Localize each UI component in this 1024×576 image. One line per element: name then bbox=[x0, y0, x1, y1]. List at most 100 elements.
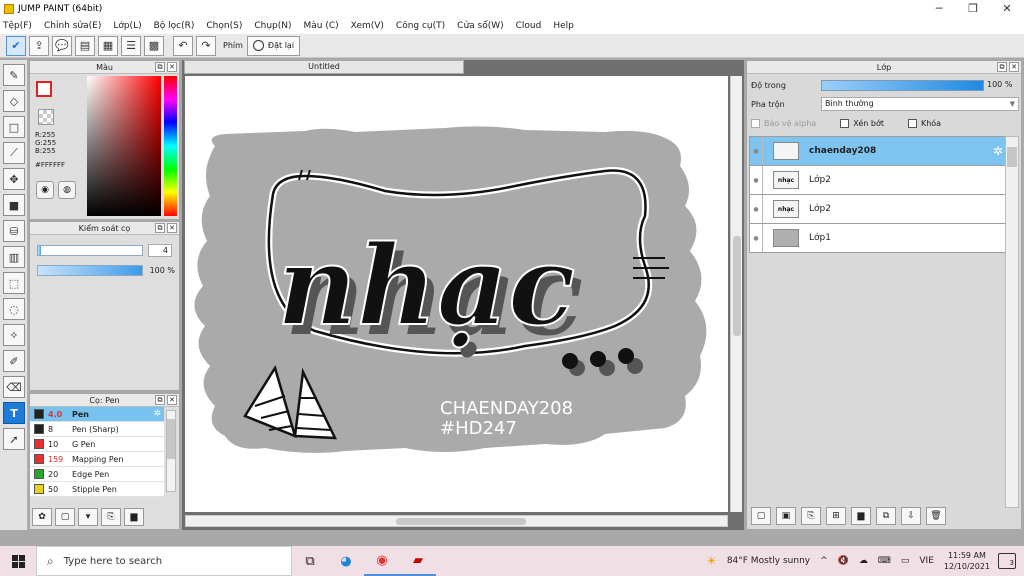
new-raster-layer-icon[interactable]: ▣ bbox=[776, 507, 796, 525]
menu-tools[interactable]: Công cụ(T) bbox=[396, 21, 445, 31]
page-icon[interactable]: ▦ bbox=[98, 35, 118, 56]
menu-view[interactable]: Xem(V) bbox=[351, 21, 384, 31]
brush-opacity-slider[interactable] bbox=[37, 265, 143, 276]
brush-item[interactable]: 159 Mapping Pen bbox=[30, 452, 164, 467]
blend-mode-select[interactable]: Bình thường ▼ bbox=[821, 97, 1019, 111]
onedrive-icon[interactable]: ☁ bbox=[859, 556, 868, 566]
brush-size-slider[interactable] bbox=[37, 245, 143, 256]
canvas-vertical-scrollbar[interactable] bbox=[730, 76, 742, 512]
transparent-swatch[interactable] bbox=[38, 109, 54, 125]
panel-float-icon[interactable]: ⧉ bbox=[155, 395, 165, 405]
select-pen-tool-icon[interactable]: ✐ bbox=[3, 350, 25, 372]
move-tool-icon[interactable]: ✥ bbox=[3, 168, 25, 190]
document-icon[interactable]: ☰ bbox=[121, 35, 141, 56]
panel-close-icon[interactable]: ✕ bbox=[167, 395, 177, 405]
color-picker-icon[interactable]: ◉ bbox=[36, 181, 54, 199]
panel-close-icon[interactable]: ✕ bbox=[1009, 62, 1019, 72]
fill-rect-tool-icon[interactable]: ■ bbox=[3, 194, 25, 216]
menu-capture[interactable]: Chụp(N) bbox=[254, 21, 291, 31]
bucket-tool-icon[interactable]: ⛁ bbox=[3, 220, 25, 242]
layer-row[interactable]: ● Lớp1 bbox=[749, 223, 1007, 253]
share-icon[interactable]: ⇪ bbox=[29, 35, 49, 56]
square-tool-icon[interactable]: □ bbox=[3, 116, 25, 138]
layer-row[interactable]: ● nhạc Lớp2 bbox=[749, 165, 1007, 195]
notification-icon[interactable]: 3 bbox=[998, 553, 1016, 569]
visibility-icon[interactable]: ● bbox=[750, 195, 763, 223]
panel-close-icon[interactable]: ✕ bbox=[167, 62, 177, 72]
menu-select[interactable]: Chọn(S) bbox=[206, 21, 242, 31]
brush-folder-icon[interactable]: ▆ bbox=[124, 508, 144, 526]
duplicate-icon[interactable]: ⧉ bbox=[876, 507, 896, 525]
keyboard-icon[interactable]: ⌨ bbox=[878, 556, 891, 566]
new-layer-icon[interactable]: ▢ bbox=[751, 507, 771, 525]
visibility-icon[interactable]: ● bbox=[750, 224, 763, 252]
brush-copy-icon[interactable]: ⎘ bbox=[101, 508, 121, 526]
rect-select-tool-icon[interactable]: ⬚ bbox=[3, 272, 25, 294]
menu-color[interactable]: Màu (C) bbox=[304, 21, 339, 31]
fg-bg-swatches[interactable] bbox=[36, 81, 60, 105]
chevron-up-icon[interactable]: ^ bbox=[820, 556, 828, 566]
brush-settings-icon[interactable]: ✿ bbox=[32, 508, 52, 526]
layer-row[interactable]: ● nhạc Lớp2 bbox=[749, 194, 1007, 224]
comment-icon[interactable]: ▤ bbox=[75, 35, 95, 56]
brush-item[interactable]: 20 Edge Pen bbox=[30, 467, 164, 482]
protect-alpha-checkbox[interactable]: Bảo vệ alpha bbox=[751, 119, 816, 128]
panel-float-icon[interactable]: ⧉ bbox=[155, 62, 165, 72]
close-button[interactable]: ✕ bbox=[990, 0, 1024, 17]
task-view-icon[interactable]: ⧉ bbox=[292, 546, 328, 576]
windows-start-icon[interactable] bbox=[0, 546, 36, 576]
panel-float-icon[interactable]: ⧉ bbox=[997, 62, 1007, 72]
taskbar-search-input[interactable]: ⌕ Type here to search bbox=[36, 546, 292, 576]
menu-cloud[interactable]: Cloud bbox=[516, 21, 542, 31]
delete-layer-icon[interactable]: 🗑 bbox=[926, 507, 946, 525]
volume-muted-icon[interactable]: 🔇 bbox=[838, 556, 849, 566]
panel-close-icon[interactable]: ✕ bbox=[167, 223, 177, 233]
layer-row[interactable]: ● chaenday208 ✲ bbox=[749, 136, 1007, 166]
magic-wand-tool-icon[interactable]: ✧ bbox=[3, 324, 25, 346]
brush-list-scrollbar[interactable] bbox=[166, 410, 176, 492]
foreground-swatch[interactable] bbox=[36, 81, 52, 97]
jump-paint-taskbar-icon[interactable]: ▰ bbox=[400, 546, 436, 576]
merge-layer-icon[interactable]: ⇩ bbox=[901, 507, 921, 525]
canvas-horizontal-scrollbar[interactable] bbox=[185, 515, 728, 527]
edge-browser-icon[interactable]: ◕ bbox=[328, 546, 364, 576]
menu-window[interactable]: Cửa sổ(W) bbox=[457, 21, 503, 31]
brush-size-value[interactable]: 4 bbox=[148, 244, 172, 257]
new-folder-icon[interactable]: ▆ bbox=[851, 507, 871, 525]
eraser-tool-icon[interactable]: ◇ bbox=[3, 90, 25, 112]
canvas-paper[interactable]: nhạc nhạc CHAENDAY208 #HD247 bbox=[185, 76, 728, 512]
menu-filter[interactable]: Bộ lọc(R) bbox=[154, 21, 195, 31]
gear-icon[interactable]: ✲ bbox=[153, 409, 161, 419]
operation-tool-icon[interactable]: ➚ bbox=[3, 428, 25, 450]
undo-icon[interactable]: ↶ bbox=[173, 35, 193, 56]
clipping-checkbox[interactable]: Xén bớt bbox=[840, 119, 884, 128]
maximize-button[interactable]: ❐ bbox=[956, 0, 990, 17]
hue-slider[interactable] bbox=[164, 76, 177, 216]
redo-icon[interactable]: ↷ bbox=[196, 35, 216, 56]
panel-float-icon[interactable]: ⧉ bbox=[155, 223, 165, 233]
brush-item[interactable]: 8 Pen (Sharp) bbox=[30, 422, 164, 437]
text-tool-icon[interactable]: T bbox=[3, 402, 25, 424]
menu-edit[interactable]: Chỉnh sửa(E) bbox=[44, 21, 101, 31]
smart-mode-icon[interactable]: ✔ bbox=[6, 35, 26, 56]
weather-text[interactable]: 84°F Mostly sunny bbox=[727, 556, 810, 566]
line-tool-icon[interactable]: ⟋ bbox=[3, 142, 25, 164]
minimize-button[interactable]: ─ bbox=[922, 0, 956, 17]
menu-file[interactable]: Tệp(F) bbox=[3, 21, 32, 31]
copy-layer-icon[interactable]: ⎘ bbox=[801, 507, 821, 525]
grid-edit-icon[interactable]: ▩ bbox=[144, 35, 164, 56]
gear-icon[interactable]: ✲ bbox=[993, 144, 1003, 158]
brush-item[interactable]: 10 G Pen bbox=[30, 437, 164, 452]
visibility-icon[interactable]: ● bbox=[750, 137, 763, 165]
speech-bubble-icon[interactable]: 💬 bbox=[52, 35, 72, 56]
brush-tool-icon[interactable]: ✎ bbox=[3, 64, 25, 86]
reset-button[interactable]: Đặt lại bbox=[246, 35, 301, 56]
document-tab[interactable]: Untitled bbox=[184, 60, 464, 74]
menu-layer[interactable]: Lớp(L) bbox=[113, 21, 141, 31]
layer-opacity-slider[interactable] bbox=[821, 80, 984, 91]
clock[interactable]: 11:59 AM 12/10/2021 bbox=[944, 550, 990, 572]
gradient-tool-icon[interactable]: ▥ bbox=[3, 246, 25, 268]
select-eraser-tool-icon[interactable]: ⌫ bbox=[3, 376, 25, 398]
chrome-browser-icon[interactable]: ◉ bbox=[364, 546, 400, 576]
brush-menu-icon[interactable]: ▾ bbox=[78, 508, 98, 526]
